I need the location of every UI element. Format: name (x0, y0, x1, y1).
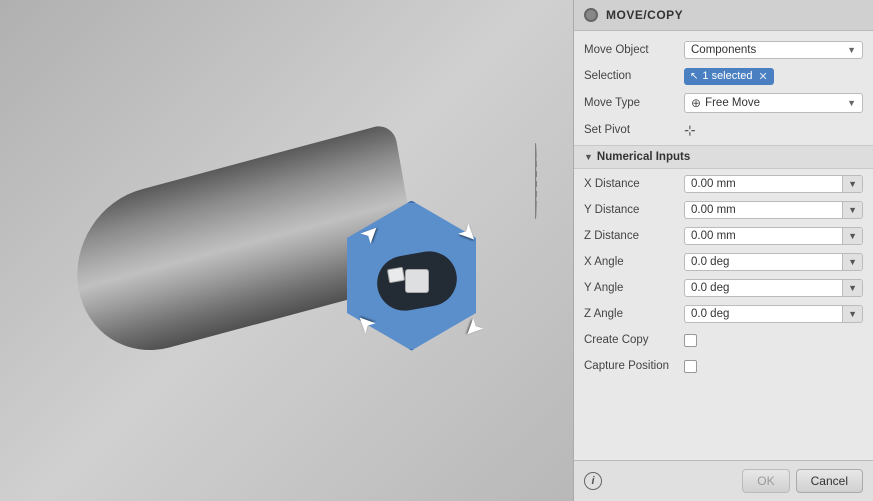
move-type-dropdown-arrow: ▼ (847, 98, 856, 108)
panel-header: MOVE/COPY (574, 0, 873, 31)
create-copy-label: Create Copy (584, 334, 684, 346)
move-type-row: Move Type ⊕ Free Move ▼ (574, 89, 873, 117)
y-distance-row: Y Distance 0.00 mm ▼ (574, 197, 873, 223)
move-type-label: Move Type (584, 97, 684, 109)
selection-label: Selection (584, 70, 684, 82)
move-object-value: Components (691, 44, 756, 56)
x-distance-input-group: 0.00 mm ▼ (684, 175, 863, 193)
ok-button[interactable]: OK (742, 469, 789, 493)
cancel-button[interactable]: Cancel (796, 469, 863, 493)
z-angle-row: Z Angle 0.0 deg ▼ (574, 301, 873, 327)
x-angle-label: X Angle (584, 256, 684, 268)
y-angle-label: Y Angle (584, 282, 684, 294)
y-distance-value[interactable]: 0.00 mm (685, 202, 842, 218)
z-angle-arrow[interactable]: ▼ (842, 306, 862, 322)
z-distance-control: 0.00 mm ▼ (684, 227, 863, 245)
x-distance-arrow[interactable]: ▼ (842, 176, 862, 192)
move-icon (405, 269, 429, 293)
move-square-1 (387, 266, 405, 283)
z-distance-input-group: 0.00 mm ▼ (684, 227, 863, 245)
footer-buttons: OK Cancel (742, 469, 863, 493)
y-angle-arrow[interactable]: ▼ (842, 280, 862, 296)
move-type-control: ⊕ Free Move ▼ (684, 93, 863, 113)
move-object-dropdown[interactable]: Components ▼ (684, 41, 863, 59)
hex-selected-part: ➤ ➤ ➤ ➤ (337, 201, 497, 361)
move-object-control: Components ▼ (684, 41, 863, 59)
selection-badge-text: 1 selected (702, 70, 752, 82)
capture-position-checkbox[interactable] (684, 360, 697, 373)
move-type-dropdown[interactable]: ⊕ Free Move ▼ (684, 93, 863, 113)
z-angle-label: Z Angle (584, 308, 684, 320)
move-object-label: Move Object (584, 44, 684, 56)
set-pivot-label: Set Pivot (584, 124, 684, 136)
create-copy-checkbox[interactable] (684, 334, 697, 347)
capture-position-control (684, 360, 863, 373)
y-distance-label: Y Distance (584, 204, 684, 216)
x-distance-value[interactable]: 0.00 mm (685, 176, 842, 192)
panel-title: MOVE/COPY (606, 8, 683, 22)
z-distance-value[interactable]: 0.00 mm (685, 228, 842, 244)
numerical-inputs-title: Numerical Inputs (597, 151, 690, 163)
z-distance-arrow[interactable]: ▼ (842, 228, 862, 244)
set-pivot-row: Set Pivot ⊹ (574, 117, 873, 143)
y-distance-arrow[interactable]: ▼ (842, 202, 862, 218)
move-type-value: Free Move (705, 97, 760, 109)
y-distance-input-group: 0.00 mm ▼ (684, 201, 863, 219)
capture-position-row: Capture Position (574, 353, 873, 379)
y-distance-control: 0.00 mm ▼ (684, 201, 863, 219)
y-angle-value[interactable]: 0.0 deg (685, 280, 842, 296)
move-object-row: Move Object Components ▼ (574, 37, 873, 63)
z-distance-row: Z Distance 0.00 mm ▼ (574, 223, 873, 249)
y-angle-row: Y Angle 0.0 deg ▼ (574, 275, 873, 301)
create-copy-row: Create Copy (574, 327, 873, 353)
x-distance-control: 0.00 mm ▼ (684, 175, 863, 193)
3d-object: ➤ ➤ ➤ ➤ (47, 61, 527, 441)
x-distance-label: X Distance (584, 178, 684, 190)
pivot-icon[interactable]: ⊹ (684, 122, 696, 139)
numerical-inputs-section[interactable]: ▼ Numerical Inputs (574, 145, 873, 169)
3d-viewport[interactable]: ➤ ➤ ➤ ➤ (0, 0, 573, 501)
move-object-dropdown-arrow: ▼ (847, 45, 856, 55)
y-angle-control: 0.0 deg ▼ (684, 279, 863, 297)
curved-line (534, 141, 537, 221)
selection-close-icon[interactable]: ✕ (759, 70, 768, 83)
create-copy-control (684, 334, 863, 347)
x-distance-row: X Distance 0.00 mm ▼ (574, 171, 873, 197)
z-distance-label: Z Distance (584, 230, 684, 242)
z-angle-input-group: 0.0 deg ▼ (684, 305, 863, 323)
selection-row: Selection ↖ 1 selected ✕ (574, 63, 873, 89)
y-angle-input-group: 0.0 deg ▼ (684, 279, 863, 297)
cursor-icon: ↖ (690, 71, 698, 82)
selection-badge[interactable]: ↖ 1 selected ✕ (684, 68, 774, 85)
x-angle-value[interactable]: 0.0 deg (685, 254, 842, 270)
panel-body: Move Object Components ▼ Selection ↖ 1 s… (574, 31, 873, 460)
move-copy-panel: MOVE/COPY Move Object Components ▼ Selec… (573, 0, 873, 501)
panel-header-icon (584, 8, 598, 22)
x-angle-input-group: 0.0 deg ▼ (684, 253, 863, 271)
capture-position-label: Capture Position (584, 360, 684, 372)
set-pivot-control: ⊹ (684, 122, 863, 139)
panel-footer: i OK Cancel (574, 460, 873, 501)
section-collapse-arrow: ▼ (584, 152, 593, 162)
z-angle-value[interactable]: 0.0 deg (685, 306, 842, 322)
x-angle-row: X Angle 0.0 deg ▼ (574, 249, 873, 275)
x-angle-control: 0.0 deg ▼ (684, 253, 863, 271)
free-move-icon: ⊕ (691, 96, 701, 110)
x-angle-arrow[interactable]: ▼ (842, 254, 862, 270)
info-button[interactable]: i (584, 472, 602, 490)
selection-control: ↖ 1 selected ✕ (684, 68, 863, 85)
z-angle-control: 0.0 deg ▼ (684, 305, 863, 323)
